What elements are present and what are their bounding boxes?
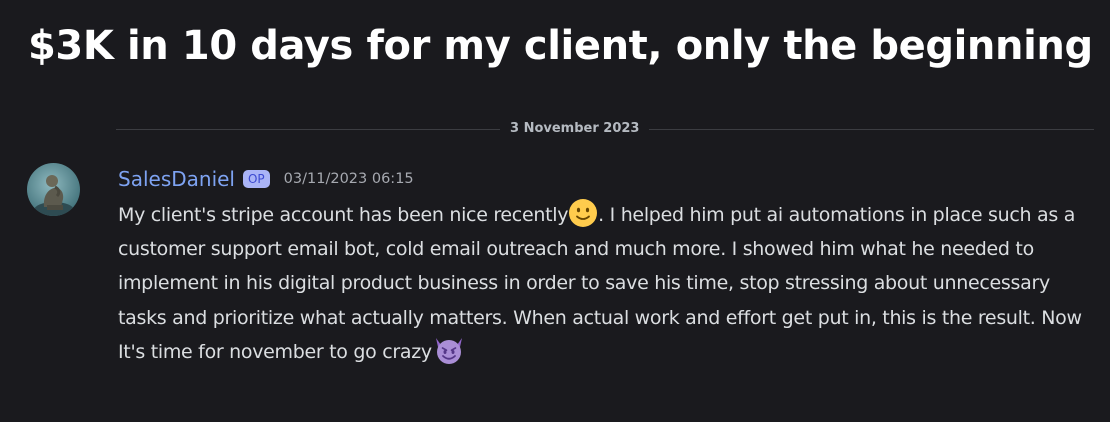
message-header: SalesDaniel OP 03/11/2023 06:15	[118, 166, 414, 192]
author-name[interactable]: SalesDaniel	[118, 167, 235, 191]
message-text-part2: . I helped him put ai automations in pla…	[118, 204, 1082, 363]
op-badge: OP	[242, 170, 270, 188]
smiling-face-with-horns-icon	[432, 335, 462, 365]
message-text-part1: My client's stripe account has been nice…	[118, 204, 569, 226]
message-timestamp[interactable]: 03/11/2023 06:15	[284, 171, 414, 187]
slightly-smiling-face-icon	[568, 198, 598, 228]
message: SalesDaniel OP 03/11/2023 06:15 My clien…	[0, 0, 1110, 422]
message-content: My client's stripe account has been nice…	[118, 198, 1103, 369]
avatar[interactable]	[27, 163, 80, 216]
avatar-image	[27, 163, 80, 216]
discord-thread-view: $3K in 10 days for my client, only the b…	[0, 0, 1110, 422]
